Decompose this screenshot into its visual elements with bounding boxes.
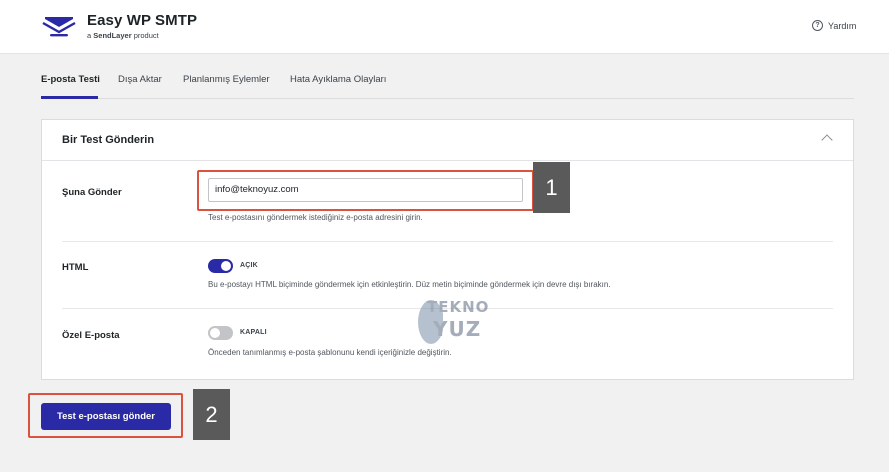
brand-subtitle: a SendLayer product — [87, 31, 159, 40]
highlight-box-email — [197, 170, 534, 211]
teknoyuz-watermark: TEKNO YUZ — [413, 290, 493, 356]
help-link[interactable]: ? Yardım — [812, 20, 856, 31]
tab-scheduled-actions[interactable]: Planlanmış Eylemler — [183, 74, 270, 85]
html-label: HTML — [62, 262, 89, 273]
envelope-logo-icon — [42, 17, 76, 37]
top-bar: Easy WP SMTP a SendLayer product ? Yardı… — [0, 0, 889, 54]
send-to-label: Şuna Gönder — [62, 187, 122, 198]
toggle-knob — [210, 328, 220, 338]
brand-title: Easy WP SMTP — [87, 12, 198, 29]
card-title: Bir Test Gönderin — [62, 134, 155, 146]
custom-email-toggle[interactable] — [208, 326, 233, 340]
help-label: Yardım — [828, 20, 857, 31]
toggle-knob — [221, 261, 231, 271]
callout-2: 2 — [193, 389, 230, 440]
card-header[interactable]: Bir Test Gönderin — [42, 120, 853, 161]
html-toggle[interactable] — [208, 259, 233, 273]
send-to-help: Test e-postasını göndermek istediğiniz e… — [208, 213, 423, 222]
html-toggle-state: AÇIK — [240, 262, 258, 269]
callout-1: 1 — [533, 162, 570, 213]
tab-email-test[interactable]: E-posta Testi — [41, 74, 100, 85]
tab-bar: E-posta Testi Dışa Aktar Planlanmış Eyle… — [41, 70, 854, 99]
watermark-line-2: YUZ — [433, 317, 482, 341]
custom-email-toggle-state: KAPALI — [240, 329, 267, 336]
highlight-box-button — [28, 393, 183, 438]
watermark-line-1: TEKNO — [427, 298, 490, 316]
question-circle-icon: ? — [812, 20, 823, 31]
tab-debug-events[interactable]: Hata Ayıklama Olayları — [290, 74, 386, 85]
html-help: Bu e-postayı HTML biçiminde göndermek iç… — [208, 280, 611, 289]
active-tab-indicator — [41, 96, 98, 99]
tab-export[interactable]: Dışa Aktar — [118, 74, 162, 85]
chevron-up-icon[interactable] — [821, 134, 833, 146]
row-divider — [62, 241, 833, 242]
custom-email-label: Özel E-posta — [62, 330, 120, 341]
